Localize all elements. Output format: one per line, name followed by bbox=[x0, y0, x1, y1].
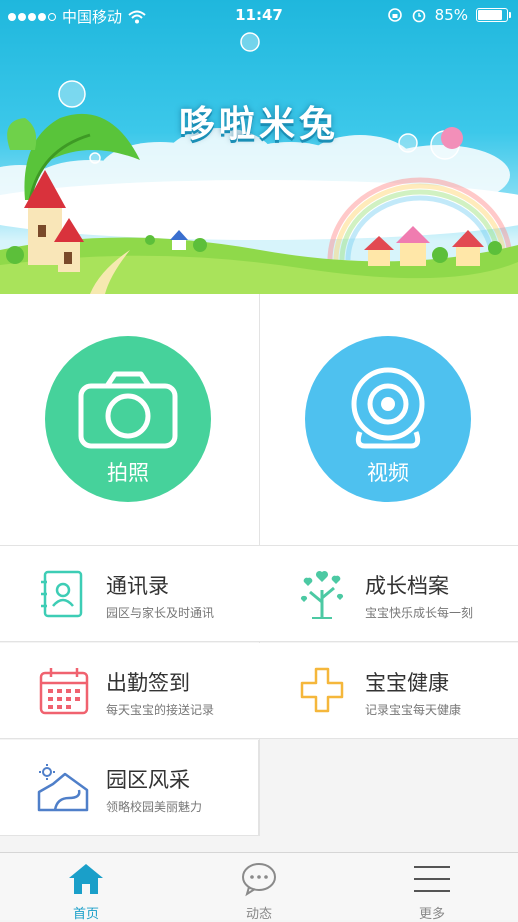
menu-subtitle: 每天宝宝的接送记录 bbox=[106, 703, 215, 717]
tab-label: 动态 bbox=[245, 907, 272, 922]
menu-title: 通讯录 bbox=[106, 574, 169, 598]
tab-more[interactable]: 更多 bbox=[346, 853, 518, 922]
rotation-lock-icon bbox=[387, 8, 402, 22]
contacts-book-icon bbox=[41, 570, 83, 618]
growth-tree-icon bbox=[300, 570, 344, 619]
banner: 哆啦米兔 bbox=[0, 0, 518, 294]
menu-item-contacts[interactable]: 通讯录 园区与家长及时通讯 bbox=[0, 546, 259, 642]
alarm-icon bbox=[412, 9, 425, 23]
tab-label: 更多 bbox=[418, 907, 445, 922]
menu-item-campus[interactable]: 园区风采 领略校园美丽魅力 bbox=[0, 740, 259, 836]
calendar-icon bbox=[39, 668, 89, 715]
menu-item-attendance[interactable]: 出勤签到 每天宝宝的接送记录 bbox=[0, 643, 259, 739]
menu-lines-icon bbox=[414, 866, 450, 892]
tab-dynamics[interactable]: 动态 bbox=[173, 853, 345, 922]
battery-percent: 85% bbox=[434, 6, 468, 24]
battery-icon bbox=[476, 8, 511, 22]
tab-home[interactable]: 首页 bbox=[0, 853, 172, 922]
home-icon bbox=[69, 864, 103, 894]
menu-subtitle: 宝宝快乐成长每一刻 bbox=[365, 606, 474, 620]
menu-item-health[interactable]: 宝宝健康 记录宝宝每天健康 bbox=[259, 643, 518, 739]
menu-subtitle: 园区与家长及时通讯 bbox=[106, 606, 215, 620]
tab-label: 首页 bbox=[72, 907, 99, 922]
tab-bar: 首页 动态 更多 bbox=[0, 852, 518, 922]
menu-subtitle: 记录宝宝每天健康 bbox=[365, 703, 462, 717]
menu-title: 宝宝健康 bbox=[365, 671, 449, 695]
menu-title: 园区风采 bbox=[106, 768, 190, 792]
menu-item-growth-record[interactable]: 成长档案 宝宝快乐成长每一刻 bbox=[259, 546, 518, 642]
status-right: 85% bbox=[387, 6, 511, 24]
photo-label: 拍照 bbox=[107, 461, 149, 485]
app-title: 哆啦米兔 bbox=[178, 104, 339, 145]
menu-subtitle: 领略校园美丽魅力 bbox=[106, 800, 203, 814]
menu-title: 成长档案 bbox=[365, 574, 449, 598]
menu-title: 出勤签到 bbox=[106, 671, 190, 695]
video-label: 视频 bbox=[367, 461, 409, 485]
status-bar: 中国移动 11:47 85% bbox=[0, 0, 518, 30]
campus-house-icon bbox=[37, 764, 89, 812]
chat-bubble-icon bbox=[242, 863, 276, 897]
health-cross-icon bbox=[300, 667, 344, 713]
banner-scenery bbox=[0, 32, 518, 294]
